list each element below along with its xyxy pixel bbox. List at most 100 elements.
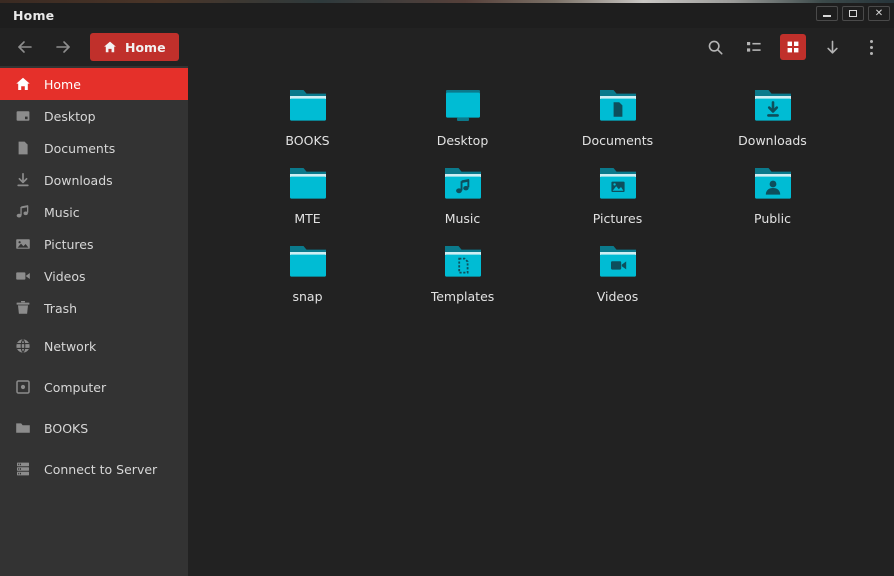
search-icon (707, 39, 724, 56)
file-label: Pictures (593, 211, 643, 226)
arrow-down-icon (824, 39, 841, 56)
sidebar-item-network[interactable]: Network (0, 330, 188, 362)
sidebar-item-label: Downloads (44, 173, 113, 188)
sidebar-item-label: Computer (44, 380, 106, 395)
sidebar-item-music[interactable]: Music (0, 196, 188, 228)
file-label: Music (445, 211, 481, 226)
file-item[interactable]: Pictures (540, 156, 695, 234)
file-item[interactable]: Public (695, 156, 850, 234)
file-label: Public (754, 211, 791, 226)
close-button[interactable]: ✕ (868, 6, 890, 21)
sidebar-item-videos[interactable]: Videos (0, 260, 188, 292)
sidebar-item-label: Network (44, 339, 96, 354)
breadcrumb-home[interactable]: Home (90, 33, 179, 61)
file-item[interactable]: BOOKS (230, 78, 385, 156)
arrow-left-icon (16, 38, 34, 56)
folder-downloads-icon (750, 84, 796, 126)
window-title: Home (13, 8, 54, 23)
sidebar-item-trash[interactable]: Trash (0, 292, 188, 324)
folder-desktop-icon (440, 84, 486, 126)
window-controls: ✕ (816, 6, 890, 21)
sidebar-item-label: Trash (44, 301, 77, 316)
desktop-icon (14, 107, 32, 125)
file-label: Downloads (738, 133, 807, 148)
sidebar-item-label: Videos (44, 269, 86, 284)
file-label: Videos (597, 289, 639, 304)
navigation-arrows (12, 34, 76, 60)
arrow-right-icon (54, 38, 72, 56)
sidebar-item-label: Desktop (44, 109, 96, 124)
file-item[interactable]: Templates (385, 234, 540, 312)
sidebar-divider-3 (0, 403, 188, 412)
list-view-button[interactable] (741, 34, 767, 60)
forward-button[interactable] (50, 34, 76, 60)
file-item[interactable]: Desktop (385, 78, 540, 156)
folder-icon (14, 419, 32, 437)
title-bar: Home ✕ (0, 3, 894, 28)
file-area: BOOKS Desktop (188, 66, 894, 576)
file-label: MTE (294, 211, 320, 226)
sidebar-item-label: Documents (44, 141, 115, 156)
sidebar-item-computer[interactable]: Computer (0, 371, 188, 403)
back-button[interactable] (12, 34, 38, 60)
sidebar-item-label: Connect to Server (44, 462, 157, 477)
sidebar-item-label: Home (44, 77, 81, 92)
search-button[interactable] (702, 34, 728, 60)
minimize-button[interactable] (816, 6, 838, 21)
minimize-icon (823, 15, 831, 17)
toolbar: Home (0, 28, 894, 66)
file-grid: BOOKS Desktop (230, 78, 894, 312)
folder-pictures-icon (595, 162, 641, 204)
file-label: Desktop (437, 133, 489, 148)
folder-videos-icon (595, 240, 641, 282)
sidebar-item-desktop[interactable]: Desktop (0, 100, 188, 132)
toolbar-actions (702, 34, 884, 60)
maximize-icon (849, 10, 857, 17)
file-label: Documents (582, 133, 653, 148)
folder-plain-icon (285, 240, 331, 282)
maximize-button[interactable] (842, 6, 864, 21)
file-item[interactable]: MTE (230, 156, 385, 234)
file-label: BOOKS (285, 133, 329, 148)
sidebar-item-home[interactable]: Home (0, 68, 188, 100)
file-item[interactable]: Documents (540, 78, 695, 156)
computer-icon (14, 378, 32, 396)
folder-plain-icon (285, 162, 331, 204)
music-icon (14, 203, 32, 221)
sort-button[interactable] (819, 34, 845, 60)
home-icon (14, 75, 32, 93)
file-item[interactable]: snap (230, 234, 385, 312)
sidebar-item-label: Pictures (44, 237, 94, 252)
file-manager-window: Home ✕ (0, 0, 894, 576)
more-vertical-icon (870, 40, 873, 55)
grid-view-button[interactable] (780, 34, 806, 60)
sidebar-divider-4 (0, 444, 188, 453)
sidebar-item-label: BOOKS (44, 421, 88, 436)
file-item[interactable]: Videos (540, 234, 695, 312)
sidebar: Home Desktop Documents (0, 66, 188, 576)
file-label: Templates (431, 289, 495, 304)
folder-plain-icon (285, 84, 331, 126)
document-icon (14, 139, 32, 157)
picture-icon (14, 235, 32, 253)
sidebar-item-books[interactable]: BOOKS (0, 412, 188, 444)
download-icon (14, 171, 32, 189)
home-icon (103, 40, 117, 54)
network-icon (14, 337, 32, 355)
sidebar-item-downloads[interactable]: Downloads (0, 164, 188, 196)
sidebar-item-documents[interactable]: Documents (0, 132, 188, 164)
file-item[interactable]: Music (385, 156, 540, 234)
folder-public-icon (750, 162, 796, 204)
sidebar-divider-2 (0, 362, 188, 371)
menu-button[interactable] (858, 34, 884, 60)
close-icon: ✕ (875, 9, 883, 19)
list-view-icon (746, 39, 762, 55)
file-item[interactable]: Downloads (695, 78, 850, 156)
trash-icon (14, 299, 32, 317)
sidebar-item-pictures[interactable]: Pictures (0, 228, 188, 260)
sidebar-item-label: Music (44, 205, 80, 220)
folder-music-icon (440, 162, 486, 204)
sidebar-item-connect-to-server[interactable]: Connect to Server (0, 453, 188, 485)
server-icon (14, 460, 32, 478)
folder-documents-icon (595, 84, 641, 126)
